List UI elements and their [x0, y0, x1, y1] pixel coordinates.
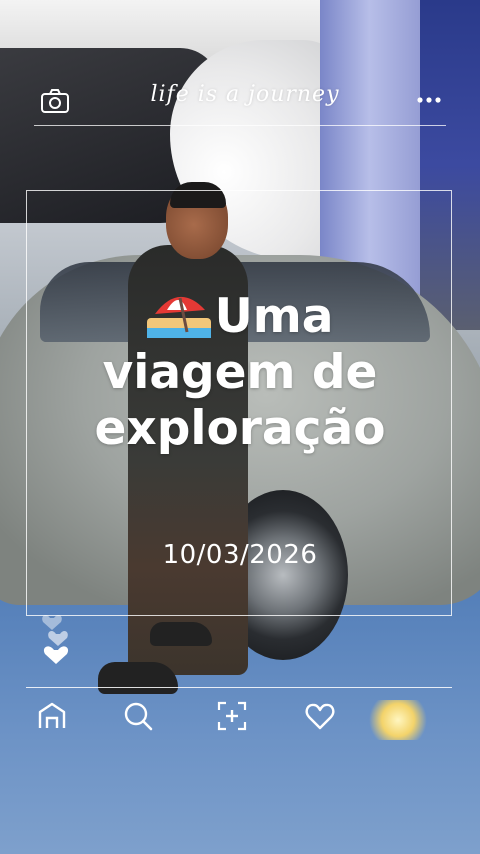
add-icon[interactable]: [216, 700, 248, 732]
floor-lamp: [368, 700, 428, 740]
shoe-left: [98, 662, 178, 694]
heart-icon[interactable]: [304, 700, 336, 732]
camera-icon[interactable]: [40, 88, 70, 114]
beach-umbrella-icon: [146, 296, 211, 338]
title-line-2: viagem de: [102, 345, 378, 400]
bottom-divider: [26, 687, 452, 688]
card-title: Uma viagem de exploração: [50, 288, 430, 457]
app-screen: life is a journey Uma viagem de exploraç…: [0, 0, 480, 854]
more-dots-icon[interactable]: [416, 90, 442, 110]
shoe-right: [150, 622, 212, 646]
title-line-1: Uma: [214, 289, 334, 344]
hearts-icon[interactable]: [40, 612, 80, 666]
title-line-3: exploração: [94, 401, 386, 456]
search-icon[interactable]: [122, 700, 154, 732]
header-divider: [34, 125, 446, 126]
header-script-text: life is a journey: [150, 82, 340, 107]
home-icon[interactable]: [36, 700, 68, 732]
card-date: 10/03/2026: [162, 540, 318, 570]
